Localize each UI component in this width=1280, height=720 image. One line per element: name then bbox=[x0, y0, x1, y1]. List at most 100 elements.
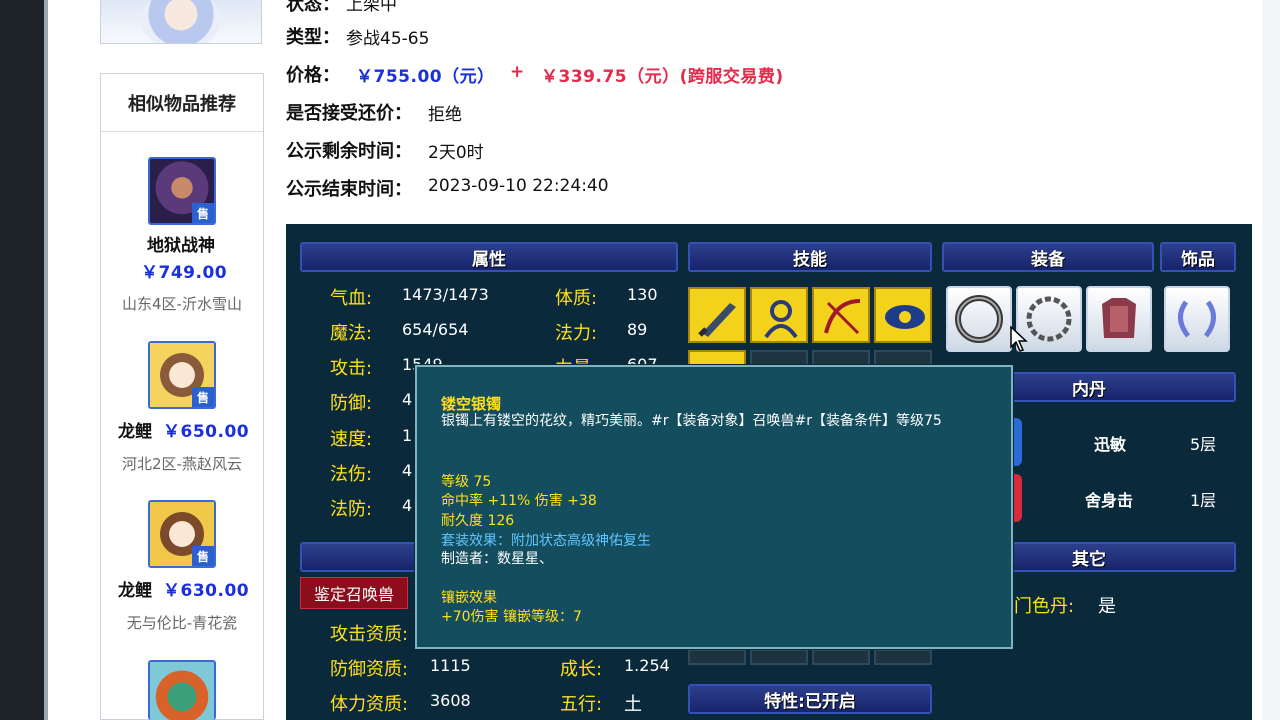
reco-item-price-1: ￥749.00 bbox=[141, 263, 228, 283]
neidan-icon-2[interactable] bbox=[1012, 474, 1022, 522]
attr-hp-value: 1473/1473 bbox=[402, 285, 489, 304]
accessory-icon[interactable] bbox=[1164, 286, 1230, 352]
attr-hp-label: 气血: bbox=[330, 288, 373, 309]
attr-attack-label: 攻击: bbox=[330, 358, 373, 379]
skill-slot-bottom-2 bbox=[750, 649, 808, 665]
attr-magic-dmg-label: 法伤: bbox=[330, 464, 373, 485]
skill-slot-8 bbox=[874, 350, 932, 366]
type-value: 参战45-65 bbox=[346, 29, 430, 49]
character-avatar[interactable] bbox=[100, 0, 262, 44]
other-label: 门色丹: bbox=[1014, 596, 1075, 617]
header-accessory: 饰品 bbox=[1160, 242, 1236, 272]
skill-guard-icon[interactable] bbox=[750, 287, 808, 343]
reco-item-server-2: 河北2区-燕赵风云 bbox=[122, 455, 242, 473]
attr-defense-label: 防御: bbox=[330, 393, 373, 414]
cc-logo-icon: ◎ bbox=[1072, 52, 1100, 90]
neidan-level-1: 5层 bbox=[1190, 435, 1217, 454]
aptitude-hp-label: 体力资质: bbox=[330, 694, 409, 715]
attr-mp-label: 魔法: bbox=[330, 323, 373, 344]
neidan-name-1: 迅敏 bbox=[1094, 435, 1127, 454]
status-value: 上架中 bbox=[346, 0, 397, 15]
screen: 相似物品推荐 售 地狱战神 ￥749.00 山东4区-沂水雪山 售 龙鲤 ￥65… bbox=[0, 0, 1280, 720]
element-label: 五行: bbox=[560, 694, 603, 715]
avatar-portrait bbox=[141, 0, 221, 43]
neidan-name-2: 舍身击 bbox=[1085, 491, 1134, 510]
tooltip-inlay-stats: +70伤害 镶嵌等级：7 bbox=[441, 609, 582, 625]
attr-constitution-value: 130 bbox=[627, 285, 658, 304]
counter-offer-value: 拒绝 bbox=[428, 105, 462, 125]
attr-mp-value: 654/654 bbox=[402, 320, 469, 339]
skill-sword-icon[interactable] bbox=[688, 287, 746, 343]
tooltip-inlay-title: 镶嵌效果 bbox=[441, 590, 497, 606]
reco-item-price-2: ￥650.00 bbox=[163, 422, 250, 442]
attr-magic-label: 法力: bbox=[555, 323, 598, 344]
header-equipment: 装备 bbox=[942, 242, 1154, 272]
item-tooltip: 镂空银镯 银镯上有镂空的花纹，精巧美丽。#r【装备对象】召唤兽#r【装备条件】等… bbox=[415, 365, 1013, 649]
other-value: 是 bbox=[1098, 596, 1116, 617]
growth-label: 成长: bbox=[560, 659, 603, 680]
header-attributes: 属性 bbox=[300, 242, 678, 272]
aptitude-defense-label: 防御资质: bbox=[330, 659, 409, 680]
identify-pet-button[interactable]: 鉴定召唤兽 bbox=[300, 577, 408, 609]
equip-collar-icon[interactable] bbox=[946, 286, 1012, 352]
watermark-big-text: CC直播 bbox=[1099, 52, 1211, 90]
equip-armor-icon[interactable] bbox=[1086, 286, 1152, 352]
attr-magic-dmg-value: 4 bbox=[402, 461, 413, 480]
attr-magic-def-label: 法防: bbox=[330, 499, 373, 520]
header-skills: 技能 bbox=[688, 242, 932, 272]
counter-offer-label: 是否接受还价： bbox=[286, 103, 412, 124]
reco-item-server-1: 山东4区-沂水雪山 bbox=[122, 295, 242, 313]
reco-item-name-1[interactable]: 地狱战神 bbox=[147, 231, 215, 256]
element-value: 土 bbox=[624, 694, 642, 715]
end-time-label: 公示结束时间： bbox=[286, 179, 412, 200]
attr-magic-value: 89 bbox=[627, 320, 648, 339]
end-time-value: 2023-09-10 22:24:40 bbox=[428, 176, 609, 196]
reco-item-icon-1[interactable]: 售 bbox=[148, 157, 216, 225]
sell-badge: 售 bbox=[192, 546, 214, 566]
status-label: 状态： bbox=[286, 0, 340, 15]
price-value: ￥755.00（元） bbox=[356, 67, 495, 87]
attr-magic-def-value: 4 bbox=[402, 496, 413, 515]
reco-item-name-3[interactable]: 龙鲤 bbox=[118, 576, 152, 601]
reco-item-server-3: 无与伦比-青花瓷 bbox=[126, 614, 238, 632]
watermark-small-text: CC直播 bbox=[1213, 14, 1258, 29]
sell-badge: 售 bbox=[192, 203, 214, 223]
growth-value: 1.254 bbox=[624, 656, 670, 675]
tooltip-stats: 命中率 +11% 伤害 +38 bbox=[441, 493, 597, 509]
vertical-scrollbar[interactable] bbox=[1262, 0, 1280, 720]
aptitude-attack-label: 攻击资质: bbox=[330, 624, 409, 645]
reco-item-icon-3[interactable]: 售 bbox=[148, 500, 216, 568]
similar-items-title: 相似物品推荐 bbox=[101, 74, 263, 132]
attr-defense-value: 4 bbox=[402, 390, 413, 409]
reco-item-icon-4[interactable] bbox=[148, 660, 216, 720]
neidan-icon-1[interactable] bbox=[1012, 418, 1022, 466]
attr-speed-label: 速度: bbox=[330, 429, 373, 450]
skill-slot-6 bbox=[750, 350, 808, 366]
attr-speed-value: 1 bbox=[402, 426, 413, 445]
skill-eye-icon[interactable] bbox=[874, 287, 932, 343]
remain-time-value: 2天0时 bbox=[428, 143, 484, 163]
skill-slot-7 bbox=[812, 350, 870, 366]
tooltip-level: 等级 75 bbox=[441, 474, 492, 490]
mouse-cursor-icon bbox=[1010, 326, 1028, 352]
attr-constitution-label: 体质: bbox=[555, 288, 598, 309]
type-label: 类型： bbox=[286, 27, 340, 48]
cc-logo-icon: ◎ bbox=[1198, 14, 1210, 29]
reco-item-icon-2[interactable]: 售 bbox=[148, 341, 216, 409]
left-dark-margin bbox=[0, 0, 48, 720]
skill-slot-bottom-4 bbox=[874, 649, 932, 665]
skill-slot-bottom-3 bbox=[812, 649, 870, 665]
skill-bow-icon[interactable] bbox=[812, 287, 870, 343]
header-trait: 特性:已开启 bbox=[688, 684, 932, 714]
skill-slot-5[interactable] bbox=[688, 350, 746, 366]
tooltip-durability: 耐久度 126 bbox=[441, 513, 515, 529]
aptitude-hp-value: 3608 bbox=[430, 691, 471, 710]
tooltip-maker: 制造者：数星星、 bbox=[441, 551, 553, 567]
reco-item-name-2[interactable]: 龙鲤 bbox=[118, 417, 152, 442]
skill-slot-bottom-1 bbox=[688, 649, 746, 665]
watermark-big: ◎CC直播 bbox=[1072, 46, 1211, 92]
sell-badge: 售 bbox=[192, 387, 214, 407]
remain-time-label: 公示剩余时间： bbox=[286, 141, 412, 162]
aptitude-defense-value: 1115 bbox=[430, 656, 471, 675]
price-plus: + bbox=[510, 62, 525, 82]
